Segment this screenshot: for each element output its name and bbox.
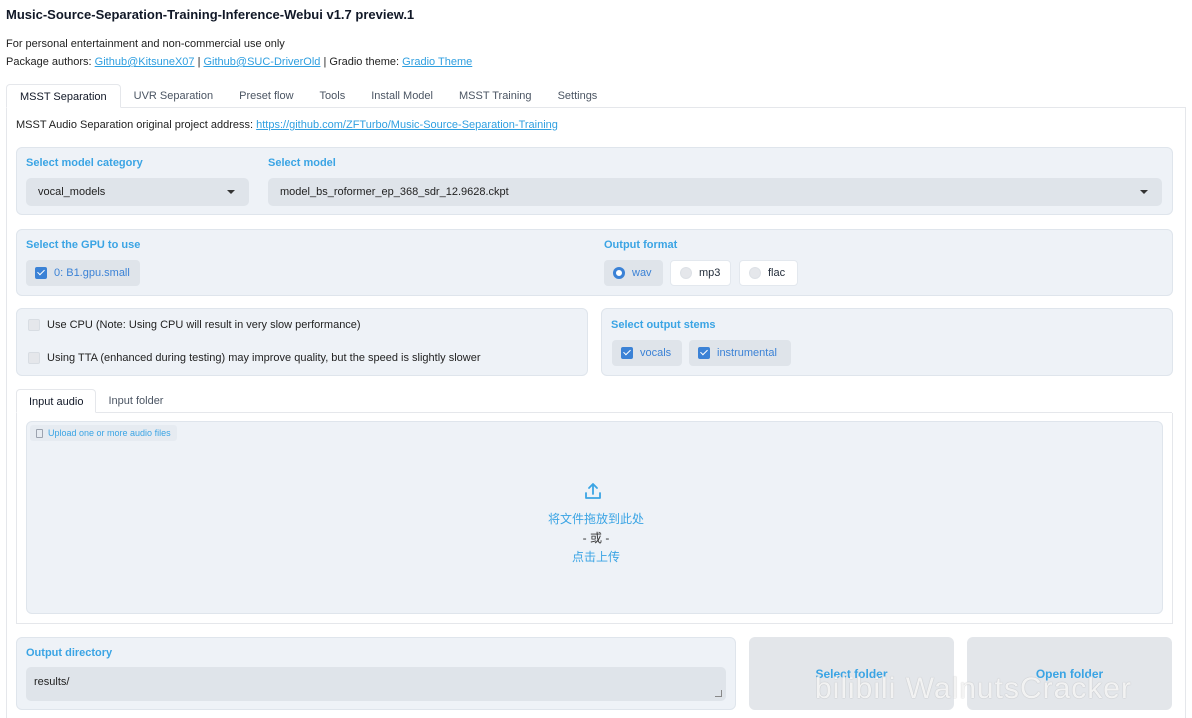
- author-link-2[interactable]: Github@SUC-DriverOld: [204, 56, 321, 68]
- model-category-dropdown[interactable]: vocal_models: [26, 178, 249, 206]
- model-label: Select model: [268, 157, 336, 169]
- checkbox-unchecked-icon: [28, 352, 40, 364]
- stem-instrumental-label: instrumental: [717, 347, 777, 359]
- file-icon: [36, 428, 43, 438]
- use-tta-label: Using TTA (enhanced during testing) may …: [47, 352, 481, 364]
- tab-input-folder[interactable]: Input folder: [96, 389, 175, 413]
- tab-install-model[interactable]: Install Model: [358, 84, 446, 108]
- upload-icon: [585, 483, 601, 499]
- input-tabs: Input audio Input folder: [16, 389, 1172, 413]
- chevron-down-icon: [227, 190, 235, 194]
- authors-line: Package authors: Github@KitsuneX07 | Git…: [6, 56, 472, 68]
- usage-notice: For personal entertainment and non-comme…: [6, 38, 285, 50]
- project-link[interactable]: https://github.com/ZFTurbo/Music-Source-…: [256, 119, 558, 131]
- stem-vocals-label: vocals: [640, 347, 672, 359]
- upload-label-text: Upload one or more audio files: [48, 428, 171, 438]
- tab-msst-training[interactable]: MSST Training: [446, 84, 545, 108]
- authors-prefix: Package authors:: [6, 56, 95, 68]
- chevron-down-icon: [1140, 190, 1148, 194]
- radio-selected-icon: [613, 267, 625, 279]
- tab-uvr-separation[interactable]: UVR Separation: [121, 84, 227, 108]
- stem-checkbox-vocals[interactable]: vocals: [612, 340, 682, 366]
- checkbox-checked-icon: [621, 347, 633, 359]
- drop-files-text: 将文件拖放到此处: [547, 512, 644, 526]
- author-link-1[interactable]: Github@KitsuneX07: [95, 56, 195, 68]
- checkbox-checked-icon: [698, 347, 710, 359]
- use-cpu-checkbox[interactable]: Use CPU (Note: Using CPU will result in …: [28, 319, 361, 331]
- gpu-format-panel: [16, 229, 1173, 296]
- use-cpu-label: Use CPU (Note: Using CPU will result in …: [47, 319, 361, 331]
- radio-unselected-icon: [680, 267, 692, 279]
- format-mp3-label: mp3: [699, 267, 721, 279]
- upload-label: Upload one or more audio files: [30, 425, 177, 441]
- click-upload-text[interactable]: 点击上传: [0, 548, 1192, 565]
- output-format-label: Output format: [604, 239, 678, 251]
- gpu-label: Select the GPU to use: [26, 239, 141, 251]
- tab-preset-flow[interactable]: Preset flow: [226, 84, 306, 108]
- output-directory-value: results/: [34, 676, 70, 688]
- tab-input-audio[interactable]: Input audio: [16, 389, 97, 413]
- output-directory-input[interactable]: results/: [26, 667, 726, 701]
- stem-checkbox-instrumental[interactable]: instrumental: [689, 340, 791, 366]
- tab-msst-separation[interactable]: MSST Separation: [6, 84, 121, 108]
- main-tabs: MSST Separation UVR Separation Preset fl…: [6, 84, 1186, 108]
- watermark: bilibili WalnutsCracker: [815, 672, 1132, 705]
- output-stems-label: Select output stems: [611, 319, 716, 331]
- format-wav-label: wav: [632, 267, 652, 279]
- model-category-value: vocal_models: [38, 186, 106, 198]
- authors-sep: |: [194, 56, 204, 68]
- tab-settings[interactable]: Settings: [545, 84, 611, 108]
- checkbox-checked-icon: [35, 267, 47, 279]
- checkbox-unchecked-icon: [28, 319, 40, 331]
- project-prefix: MSST Audio Separation original project a…: [16, 119, 257, 131]
- gpu-checkbox[interactable]: 0: B1.gpu.small: [26, 260, 140, 286]
- tab-tools[interactable]: Tools: [307, 84, 359, 108]
- format-radio-wav[interactable]: wav: [604, 260, 663, 286]
- format-radio-mp3[interactable]: mp3: [670, 260, 731, 286]
- radio-unselected-icon: [749, 267, 761, 279]
- or-divider-text: - 或 -: [582, 531, 610, 545]
- format-flac-label: flac: [768, 267, 786, 279]
- resize-handle-icon[interactable]: [715, 690, 722, 697]
- model-value: model_bs_roformer_ep_368_sdr_12.9628.ckp…: [280, 186, 509, 198]
- app-title: Music-Source-Separation-Training-Inferen…: [6, 7, 415, 22]
- output-directory-label: Output directory: [26, 647, 113, 659]
- model-dropdown[interactable]: model_bs_roformer_ep_368_sdr_12.9628.ckp…: [268, 178, 1162, 206]
- theme-prefix: | Gradio theme:: [320, 56, 403, 68]
- use-tta-checkbox[interactable]: Using TTA (enhanced during testing) may …: [28, 352, 481, 364]
- gpu-option-label: 0: B1.gpu.small: [54, 267, 130, 279]
- project-address: MSST Audio Separation original project a…: [16, 119, 558, 131]
- theme-link[interactable]: Gradio Theme: [402, 56, 472, 68]
- format-radio-flac[interactable]: flac: [739, 260, 798, 286]
- model-category-label: Select model category: [26, 157, 143, 169]
